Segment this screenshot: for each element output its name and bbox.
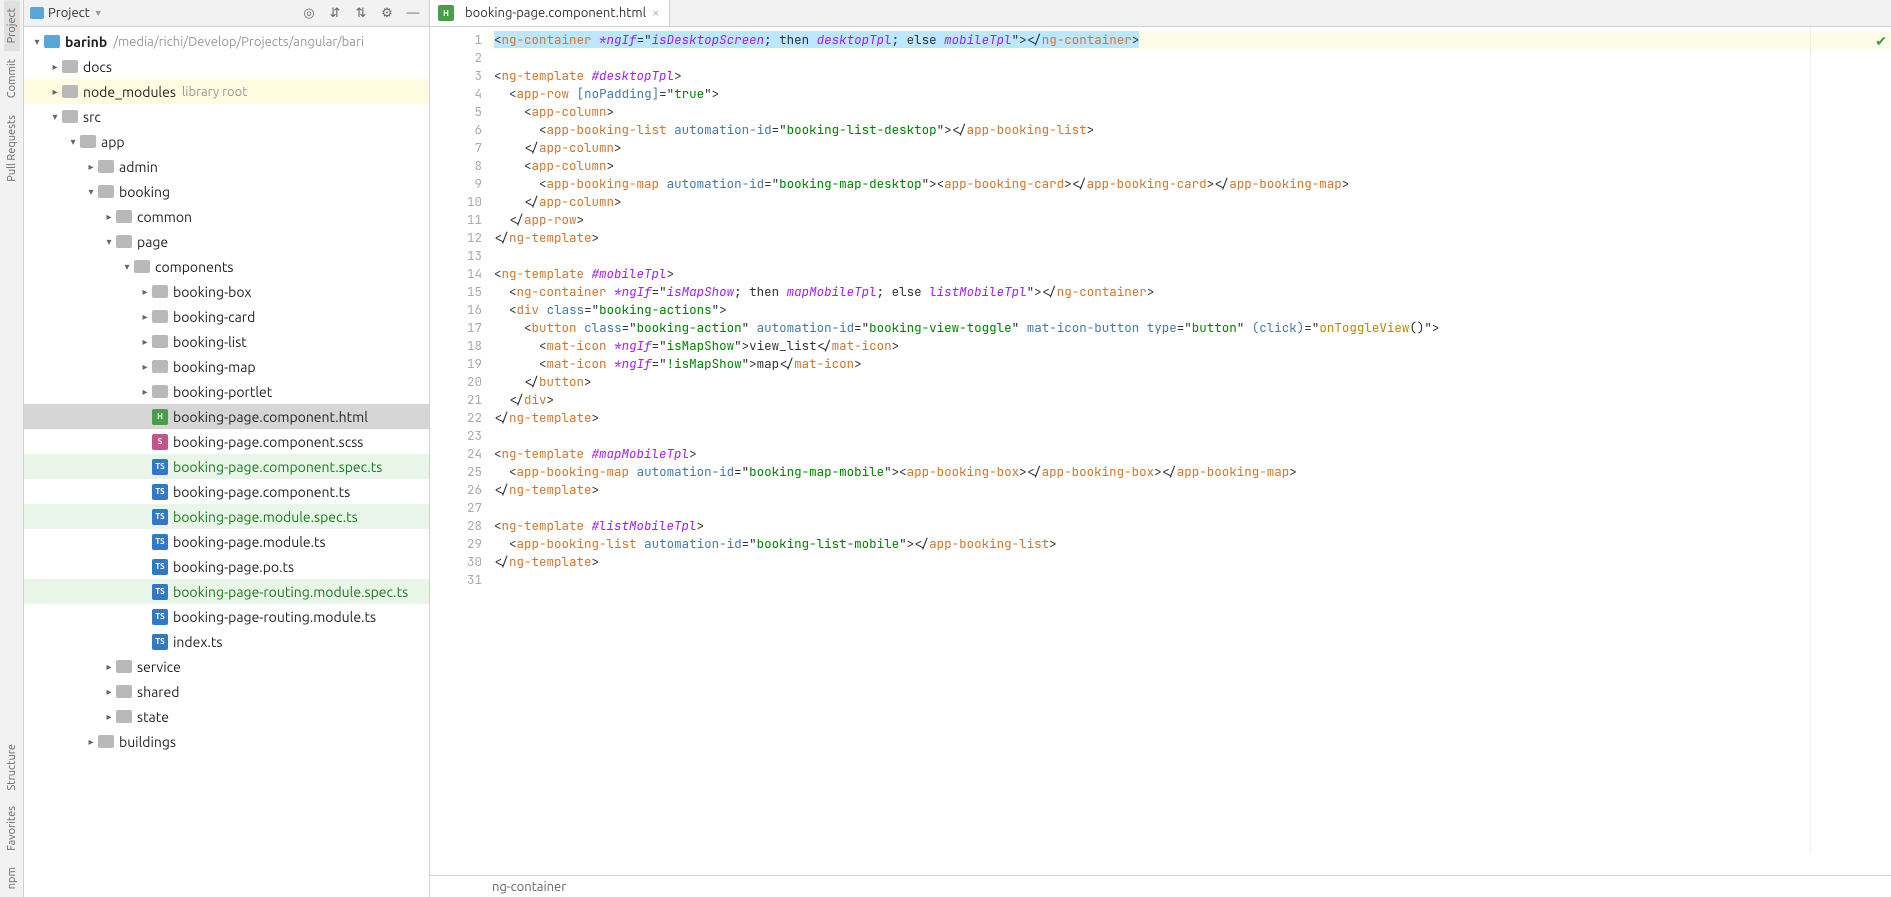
folder-icon: [152, 335, 168, 348]
tree-item[interactable]: ▸booking-map: [24, 354, 429, 379]
project-panel-title[interactable]: Project ▼: [30, 6, 103, 20]
tree-item[interactable]: ▾booking: [24, 179, 429, 204]
breadcrumb-bar[interactable]: ng-container: [430, 875, 1891, 897]
rail-pull-requests[interactable]: Pull Requests: [4, 107, 20, 190]
tree-item[interactable]: ▸node_moduleslibrary root: [24, 79, 429, 104]
tree-item[interactable]: ▸admin: [24, 154, 429, 179]
tree-file[interactable]: ▸TSindex.ts: [24, 629, 429, 654]
folder-icon: [116, 210, 132, 223]
tree-item[interactable]: ▸buildings: [24, 729, 429, 754]
folder-icon: [152, 285, 168, 298]
right-margin-guide: [1810, 27, 1811, 853]
ts-file-icon: TS: [152, 459, 168, 475]
html-file-icon: H: [438, 5, 454, 21]
line-number-gutter[interactable]: 1234567891011121314151617181920212223242…: [460, 27, 490, 875]
ts-file-icon: TS: [152, 584, 168, 600]
tree-file[interactable]: ▸Hbooking-page.component.html: [24, 404, 429, 429]
tree-item[interactable]: ▸common: [24, 204, 429, 229]
tree-item[interactable]: ▸booking-card: [24, 304, 429, 329]
folder-icon: [116, 660, 132, 673]
tree-file[interactable]: ▸TSbooking-page.module.ts: [24, 529, 429, 554]
folder-icon: [134, 260, 150, 273]
inspection-ok-icon[interactable]: ✔: [1875, 33, 1887, 50]
rail-favorites[interactable]: Favorites: [4, 798, 20, 859]
folder-icon: [152, 310, 168, 323]
ts-file-icon: TS: [152, 484, 168, 500]
tree-item[interactable]: ▸docs: [24, 54, 429, 79]
breadcrumb-item[interactable]: ng-container: [492, 880, 566, 894]
rail-structure[interactable]: Structure: [4, 736, 20, 799]
project-tree[interactable]: ▾barinb/media/richi/Develop/Projects/ang…: [24, 27, 429, 897]
collapse-all-icon[interactable]: ⇅: [351, 3, 371, 23]
gear-icon[interactable]: ⚙: [377, 3, 397, 23]
folder-icon: [98, 185, 114, 198]
folder-icon: [116, 235, 132, 248]
tree-root[interactable]: ▾barinb/media/richi/Develop/Projects/ang…: [24, 29, 429, 54]
scss-file-icon: S: [152, 434, 168, 450]
tree-item[interactable]: ▸booking-box: [24, 279, 429, 304]
locate-icon[interactable]: ◎: [299, 3, 319, 23]
tree-item[interactable]: ▸booking-portlet: [24, 379, 429, 404]
ts-file-icon: TS: [152, 534, 168, 550]
tree-item[interactable]: ▾app: [24, 129, 429, 154]
folder-icon: [152, 360, 168, 373]
tree-file[interactable]: ▸TSbooking-page.module.spec.ts: [24, 504, 429, 529]
html-file-icon: H: [152, 409, 168, 425]
project-panel-header: Project ▼ ◎ ⇵ ⇅ ⚙ —: [24, 0, 429, 27]
tree-file[interactable]: ▸Sbooking-page.component.scss: [24, 429, 429, 454]
tree-file[interactable]: ▸TSbooking-page-routing.module.ts: [24, 604, 429, 629]
tree-item[interactable]: ▸booking-list: [24, 329, 429, 354]
tab-booking-page[interactable]: H booking-page.component.html ×: [430, 0, 670, 26]
ts-file-icon: TS: [152, 609, 168, 625]
tree-file[interactable]: ▸TSbooking-page-routing.module.spec.ts: [24, 579, 429, 604]
folder-icon: [98, 160, 114, 173]
editor-panel: H booking-page.component.html × 12345678…: [430, 0, 1891, 897]
rail-commit[interactable]: Commit: [4, 51, 20, 106]
chevron-down-icon: ▼: [94, 8, 103, 18]
folder-icon: [30, 7, 44, 19]
project-panel: Project ▼ ◎ ⇵ ⇅ ⚙ — ▾barinb/media/richi/…: [24, 0, 430, 897]
folder-icon: [80, 135, 96, 148]
tree-item[interactable]: ▸shared: [24, 679, 429, 704]
folder-icon: [62, 60, 78, 73]
folder-icon: [98, 735, 114, 748]
folder-icon: [62, 85, 78, 98]
folder-icon: [62, 110, 78, 123]
fold-gutter[interactable]: [430, 27, 460, 875]
tool-window-rail: Project Commit Pull Requests Structure F…: [0, 0, 24, 897]
tree-file[interactable]: ▸TSbooking-page.po.ts: [24, 554, 429, 579]
tree-file[interactable]: ▸TSbooking-page.component.spec.ts: [24, 454, 429, 479]
tree-item[interactable]: ▾src: [24, 104, 429, 129]
folder-icon: [116, 685, 132, 698]
hide-icon[interactable]: —: [403, 3, 423, 23]
close-icon[interactable]: ×: [652, 6, 659, 20]
editor-body: 1234567891011121314151617181920212223242…: [430, 27, 1891, 875]
ts-file-icon: TS: [152, 634, 168, 650]
tree-item[interactable]: ▾components: [24, 254, 429, 279]
tree-item[interactable]: ▸state: [24, 704, 429, 729]
tree-file[interactable]: ▸TSbooking-page.component.ts: [24, 479, 429, 504]
expand-all-icon[interactable]: ⇵: [325, 3, 345, 23]
code-area[interactable]: <ng-container *ngIf="isDesktopScreen; th…: [490, 27, 1891, 875]
tree-item[interactable]: ▸service: [24, 654, 429, 679]
folder-icon: [152, 385, 168, 398]
ts-file-icon: TS: [152, 509, 168, 525]
rail-project[interactable]: Project: [4, 0, 20, 51]
rail-npm[interactable]: npm: [4, 859, 20, 897]
tab-label: booking-page.component.html: [465, 6, 646, 20]
folder-icon: [116, 710, 132, 723]
tree-item[interactable]: ▾page: [24, 229, 429, 254]
editor-tabs: H booking-page.component.html ×: [430, 0, 1891, 27]
ts-file-icon: TS: [152, 559, 168, 575]
folder-icon: [44, 35, 60, 48]
